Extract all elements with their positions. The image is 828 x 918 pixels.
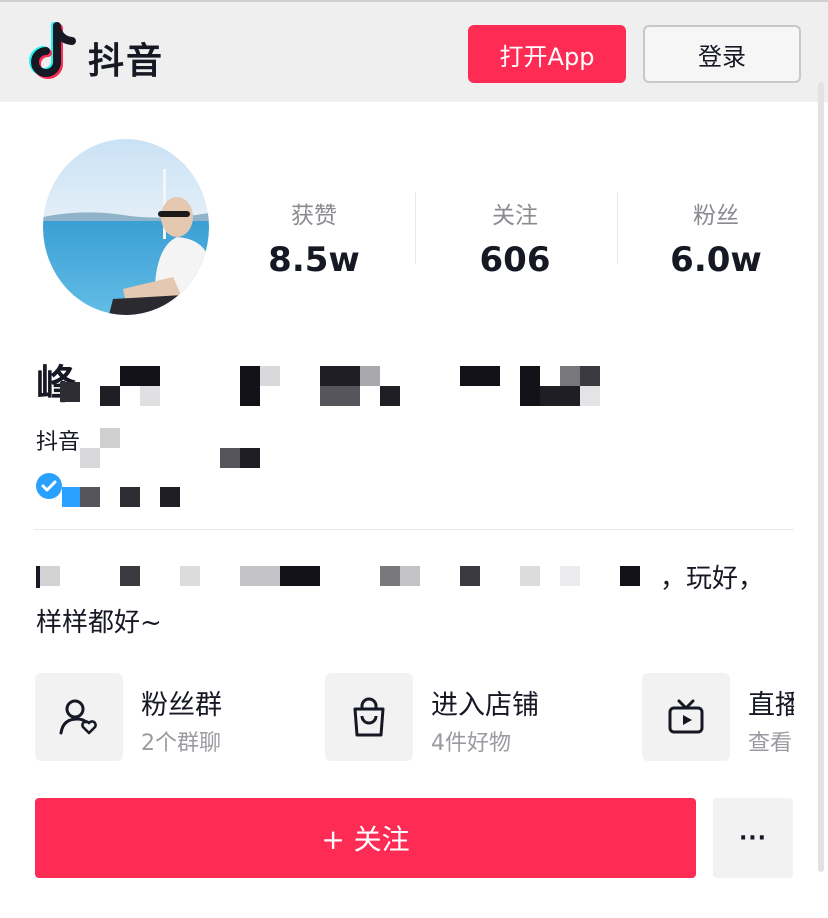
live-entry[interactable]: 直播 查看 bbox=[642, 673, 794, 761]
pixelated-redaction bbox=[380, 386, 400, 406]
stat-divider bbox=[415, 192, 416, 264]
open-app-button[interactable]: 打开App bbox=[468, 25, 626, 83]
live-icon-box bbox=[642, 673, 730, 761]
fan-group-title: 粉丝群 bbox=[141, 690, 222, 721]
brand-name: 抖音 bbox=[88, 41, 165, 82]
pixelated-redaction bbox=[460, 366, 500, 386]
pixelated-redaction bbox=[400, 566, 420, 586]
pixelated-redaction bbox=[120, 366, 160, 386]
pixelated-redaction bbox=[540, 386, 580, 406]
pixelated-redaction bbox=[220, 448, 240, 468]
pixelated-redaction bbox=[520, 366, 540, 406]
pixelated-redaction bbox=[620, 566, 640, 586]
shop-entry[interactable]: 进入店铺 4件好物 bbox=[325, 673, 615, 761]
fan-group-subtitle: 2个群聊 bbox=[141, 731, 221, 756]
pixelated-redaction bbox=[580, 386, 600, 406]
pixelated-redaction bbox=[60, 382, 80, 402]
more-icon: ··· bbox=[738, 825, 768, 851]
pixelated-redaction bbox=[580, 366, 600, 386]
douyin-id-label: 抖音 bbox=[36, 430, 81, 455]
shop-subtitle: 4件好物 bbox=[431, 731, 511, 756]
pixelated-redaction bbox=[140, 386, 160, 406]
bio-line-1-end: ，玩好， bbox=[660, 564, 765, 594]
live-subtitle: 查看 bbox=[748, 731, 793, 756]
stat-likes-value: 8.5w bbox=[268, 240, 360, 280]
stat-following[interactable]: 关注 606 bbox=[425, 196, 605, 280]
stat-following-value: 606 bbox=[479, 240, 551, 280]
pixelated-redaction bbox=[120, 566, 140, 586]
stat-followers-label: 粉丝 bbox=[693, 203, 739, 229]
scrollbar[interactable] bbox=[818, 82, 824, 872]
stat-followers[interactable]: 粉丝 6.0w bbox=[626, 196, 806, 280]
stat-likes[interactable]: 获赞 8.5w bbox=[224, 196, 404, 280]
pixelated-redaction bbox=[380, 566, 400, 586]
shop-icon-box bbox=[325, 673, 413, 761]
pixelated-redaction bbox=[100, 428, 120, 448]
pixelated-redaction bbox=[360, 366, 380, 386]
tv-icon bbox=[668, 699, 704, 734]
pixelated-redaction bbox=[80, 487, 100, 507]
pixelated-redaction bbox=[560, 366, 580, 386]
login-button[interactable]: 登录 bbox=[643, 25, 801, 83]
pixelated-redaction bbox=[62, 487, 82, 507]
avatar[interactable] bbox=[43, 139, 209, 315]
pixelated-redaction bbox=[40, 566, 60, 586]
live-title: 直播 bbox=[748, 690, 794, 721]
douyin-logo-icon[interactable] bbox=[24, 22, 82, 84]
fan-group-icon-box bbox=[35, 673, 123, 761]
pixelated-redaction bbox=[520, 566, 540, 586]
fan-group-entry[interactable]: 粉丝群 2个群聊 bbox=[35, 673, 305, 761]
more-options-button[interactable]: ··· bbox=[713, 798, 793, 878]
pixelated-redaction bbox=[320, 386, 360, 406]
pixelated-redaction bbox=[320, 366, 360, 386]
pixelated-redaction bbox=[240, 566, 280, 586]
profile-name: 峰 bbox=[36, 352, 636, 412]
bio-line-2: 样样都好~ bbox=[36, 608, 162, 638]
shop-title: 进入店铺 bbox=[431, 690, 539, 721]
stat-divider bbox=[617, 192, 618, 264]
pixelated-redaction bbox=[160, 487, 180, 507]
stat-following-label: 关注 bbox=[492, 203, 538, 229]
pixelated-redaction bbox=[180, 566, 200, 586]
stat-followers-value: 6.0w bbox=[670, 240, 762, 280]
stat-likes-label: 获赞 bbox=[291, 203, 337, 229]
pixelated-redaction bbox=[80, 448, 100, 468]
pixelated-redaction bbox=[240, 448, 260, 468]
pixelated-redaction bbox=[100, 386, 120, 406]
pixelated-redaction bbox=[560, 566, 580, 586]
pixelated-redaction bbox=[280, 566, 320, 586]
pixelated-redaction bbox=[460, 566, 480, 586]
shopping-bag-icon bbox=[353, 697, 385, 737]
fan-group-icon bbox=[59, 699, 97, 735]
top-bar: 抖音 打开App 登录 bbox=[0, 0, 828, 102]
pixelated-redaction bbox=[240, 366, 260, 406]
pixelated-redaction bbox=[120, 487, 140, 507]
pixelated-redaction bbox=[260, 366, 280, 386]
verified-badge-icon bbox=[36, 473, 62, 499]
follow-button[interactable]: + 关注 bbox=[35, 798, 696, 878]
section-divider bbox=[34, 529, 794, 530]
